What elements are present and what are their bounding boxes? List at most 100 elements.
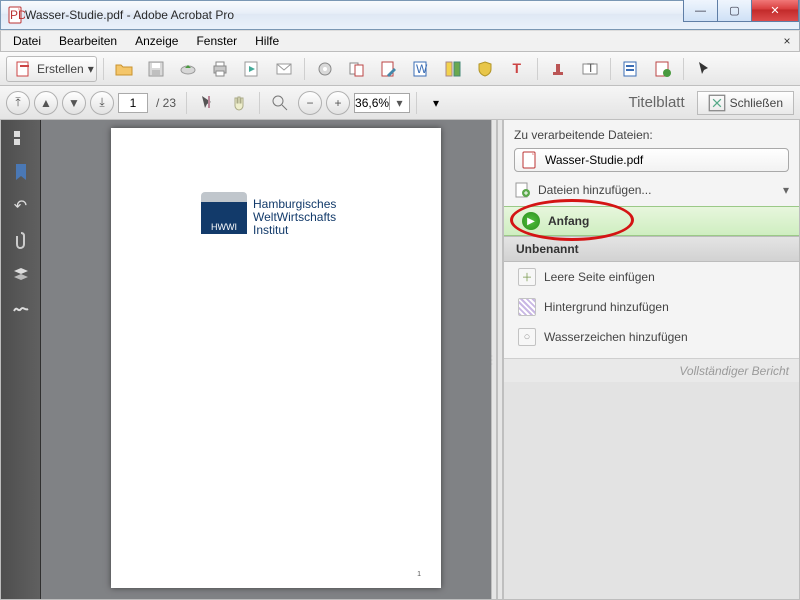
text-tool-button[interactable]: T xyxy=(503,56,531,82)
maximize-button[interactable]: ▢ xyxy=(717,0,751,22)
zoom-in-button[interactable]: + xyxy=(326,91,350,115)
main-area: ↶ HWWI Hamburgisches WeltWirtschafts Ins… xyxy=(0,120,800,600)
signatures-panel-button[interactable] xyxy=(9,296,33,320)
export-word-button[interactable]: W xyxy=(407,56,435,82)
form-button[interactable] xyxy=(617,56,645,82)
insert-page-icon: ＋ xyxy=(518,268,536,286)
pdf-icon xyxy=(521,151,539,169)
document-viewport[interactable]: HWWI Hamburgisches WeltWirtschafts Insti… xyxy=(41,120,491,599)
play-icon: ▶ xyxy=(522,212,540,230)
edit-page-icon xyxy=(380,60,398,78)
export-pdf-button[interactable] xyxy=(311,56,339,82)
action-insert-blank-page[interactable]: ＋ Leere Seite einfügen xyxy=(504,262,799,292)
panel-title: Titelblatt xyxy=(628,94,692,111)
email-button[interactable] xyxy=(270,56,298,82)
panel-fill xyxy=(504,382,799,599)
close-panel-icon xyxy=(708,94,726,112)
page-number-input[interactable] xyxy=(118,93,148,113)
dropdown-icon: ▾ xyxy=(783,183,789,197)
svg-text:W: W xyxy=(416,62,428,76)
window-title: Wasser-Studie.pdf - Adobe Acrobat Pro xyxy=(25,8,683,22)
edit-pdf-button[interactable] xyxy=(375,56,403,82)
pdf-icon: PDF xyxy=(7,6,25,24)
export-word-icon: W xyxy=(412,60,430,78)
menu-edit[interactable]: Bearbeiten xyxy=(51,32,125,50)
menu-window[interactable]: Fenster xyxy=(188,32,245,50)
share-icon xyxy=(243,60,261,78)
window-titlebar: PDF Wasser-Studie.pdf - Adobe Acrobat Pr… xyxy=(0,0,800,30)
create-label: Erstellen xyxy=(37,62,84,76)
share-button[interactable] xyxy=(238,56,266,82)
logo-text: Hamburgisches WeltWirtschafts Institut xyxy=(253,198,336,238)
background-icon xyxy=(518,298,536,316)
action-label: Leere Seite einfügen xyxy=(544,270,655,284)
menubar-close-doc[interactable]: × xyxy=(779,34,795,48)
create-icon xyxy=(15,60,33,78)
compare-button[interactable] xyxy=(439,56,467,82)
prev-page-button[interactable]: ▲ xyxy=(34,91,58,115)
action-add-background[interactable]: Hintergrund hinzufügen xyxy=(504,292,799,322)
select-tool-button[interactable] xyxy=(690,56,718,82)
file-item[interactable]: Wasser-Studie.pdf xyxy=(514,148,789,172)
undo-history-button[interactable]: ↶ xyxy=(9,194,33,218)
logo-line3: Institut xyxy=(253,224,336,237)
textbox-button[interactable]: T xyxy=(576,56,604,82)
save-button[interactable] xyxy=(142,56,170,82)
thumbnails-panel-button[interactable] xyxy=(9,126,33,150)
next-page-button[interactable]: ▼ xyxy=(62,91,86,115)
text-icon: T xyxy=(508,60,526,78)
cursor-icon xyxy=(695,60,713,78)
separator xyxy=(537,58,538,80)
section-header: Unbenannt xyxy=(504,236,799,262)
zoom-out-button[interactable]: − xyxy=(298,91,322,115)
combine-button[interactable] xyxy=(343,56,371,82)
action-wizard-button[interactable] xyxy=(649,56,677,82)
attachments-panel-button[interactable] xyxy=(9,228,33,252)
zoom-combo[interactable]: 36,6% ▾ xyxy=(354,93,410,113)
stamp-button[interactable] xyxy=(544,56,572,82)
select-tool2-button[interactable] xyxy=(193,90,221,116)
layers-panel-button[interactable] xyxy=(9,262,33,286)
close-panel-label: Schließen xyxy=(730,96,783,110)
separator xyxy=(416,92,417,114)
menubar: Datei Bearbeiten Anzeige Fenster Hilfe × xyxy=(0,30,800,52)
start-button[interactable]: ▶ Anfang xyxy=(504,206,799,236)
first-page-button[interactable]: ⤒ xyxy=(6,91,30,115)
printer-icon xyxy=(211,60,229,78)
print-button[interactable] xyxy=(206,56,234,82)
add-file-icon xyxy=(514,181,532,199)
wizard-icon xyxy=(654,60,672,78)
close-panel-button[interactable]: Schließen xyxy=(697,91,794,115)
cloud-upload-icon xyxy=(179,60,197,78)
protect-button[interactable] xyxy=(471,56,499,82)
menu-file[interactable]: Datei xyxy=(5,32,49,50)
cloud-button[interactable] xyxy=(174,56,202,82)
splitter-left[interactable] xyxy=(491,120,497,599)
full-report-link[interactable]: Vollständiger Bericht xyxy=(679,364,789,378)
action-add-watermark[interactable]: ○ Wasserzeichen hinzufügen xyxy=(504,322,799,352)
navigation-toolbar: ⤒ ▲ ▼ ⤓ / 23 − + 36,6% ▾ ▾ Titelblatt Sc… xyxy=(0,86,800,120)
hand-tool-button[interactable] xyxy=(225,90,253,116)
panel-footer[interactable]: Vollständiger Bericht xyxy=(504,358,799,382)
view-menu-button[interactable]: ▾ xyxy=(423,90,449,116)
create-button[interactable]: Erstellen ▾ xyxy=(6,56,97,82)
open-button[interactable] xyxy=(110,56,138,82)
menu-view[interactable]: Anzeige xyxy=(127,32,186,50)
marquee-zoom-button[interactable] xyxy=(266,90,294,116)
minimize-button[interactable]: — xyxy=(683,0,717,22)
menu-help[interactable]: Hilfe xyxy=(247,32,287,50)
page-total-label: / 23 xyxy=(152,96,180,110)
close-button[interactable]: ✕ xyxy=(751,0,799,22)
floppy-icon xyxy=(147,60,165,78)
bookmarks-panel-button[interactable] xyxy=(9,160,33,184)
hand-icon xyxy=(230,94,248,112)
add-files-button[interactable]: Dateien hinzufügen... ▾ xyxy=(514,178,789,202)
textbox-icon: T xyxy=(581,60,599,78)
last-page-button[interactable]: ⤓ xyxy=(90,91,114,115)
separator xyxy=(103,58,104,80)
main-toolbar: Erstellen ▾ W T T xyxy=(0,52,800,86)
menu-dots-icon: ▾ xyxy=(433,96,439,110)
start-label: Anfang xyxy=(548,214,589,228)
navigation-pane: ↶ xyxy=(1,120,41,599)
pdf-page-number: 1 xyxy=(417,571,421,578)
